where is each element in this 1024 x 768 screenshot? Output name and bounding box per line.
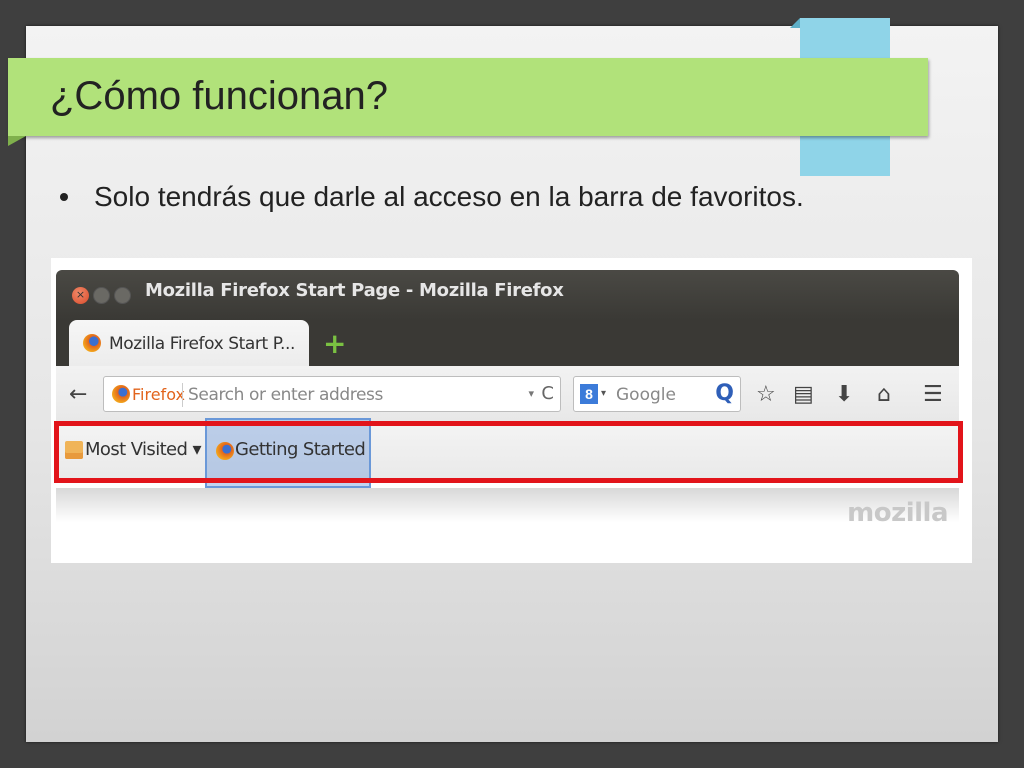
bookmark-getting-started[interactable]: Getting Started — [235, 439, 366, 460]
identity-label: Firefox — [132, 385, 185, 404]
title-fold — [8, 136, 26, 146]
window-close-icon[interactable]: × — [72, 287, 89, 304]
bookmark-most-visited[interactable]: Most Visited ▾ — [85, 439, 202, 460]
menu-icon[interactable]: ☰ — [923, 384, 943, 406]
page-content-area — [56, 488, 959, 550]
firefox-favicon-icon — [83, 334, 101, 352]
search-engine-dropdown-icon[interactable]: ▾ — [601, 388, 606, 399]
bullet-text: Solo tendrás que darle al acceso en la b… — [94, 181, 804, 212]
url-bar[interactable]: Firefox Search or enter address ▾ C — [103, 376, 561, 412]
folder-icon — [65, 441, 83, 459]
tab-label: Mozilla Firefox Start P... — [109, 334, 295, 354]
bookmarks-menu-icon[interactable]: ▤ — [793, 384, 814, 406]
firefox-screenshot: × Mozilla Firefox Start Page - Mozilla F… — [51, 258, 972, 563]
bullet-dot-icon — [60, 193, 68, 201]
url-input[interactable]: Search or enter address — [188, 385, 383, 405]
mozilla-logo: mozilla — [847, 498, 948, 528]
reload-icon[interactable]: C — [541, 383, 554, 404]
home-icon[interactable]: ⌂ — [877, 384, 891, 406]
bookmark-star-icon[interactable]: ☆ — [756, 384, 776, 406]
url-separator — [182, 383, 183, 407]
search-icon[interactable]: Q — [715, 381, 734, 406]
slide-title: ¿Cómo funcionan? — [50, 74, 388, 118]
bullet-item: Solo tendrás que darle al acceso en la b… — [60, 181, 804, 213]
window-title: Mozilla Firefox Start Page - Mozilla Fir… — [145, 280, 564, 301]
search-input[interactable]: Google — [616, 385, 676, 405]
downloads-icon[interactable]: ⬇ — [835, 384, 853, 406]
blue-tab-fold — [790, 18, 800, 28]
back-arrow-icon[interactable]: ← — [69, 382, 87, 407]
window-minimize-icon[interactable] — [93, 287, 110, 304]
tab-start-page[interactable]: Mozilla Firefox Start P... — [69, 320, 309, 366]
new-tab-plus-icon[interactable]: + — [323, 330, 346, 358]
firefox-identity-icon — [112, 385, 130, 403]
window-maximize-icon[interactable] — [114, 287, 131, 304]
search-bar[interactable]: 8 ▾ Google Q — [573, 376, 741, 412]
url-dropdown-icon[interactable]: ▾ — [528, 387, 534, 400]
firefox-bookmark-icon — [216, 442, 234, 460]
google-engine-icon[interactable]: 8 — [580, 384, 598, 404]
